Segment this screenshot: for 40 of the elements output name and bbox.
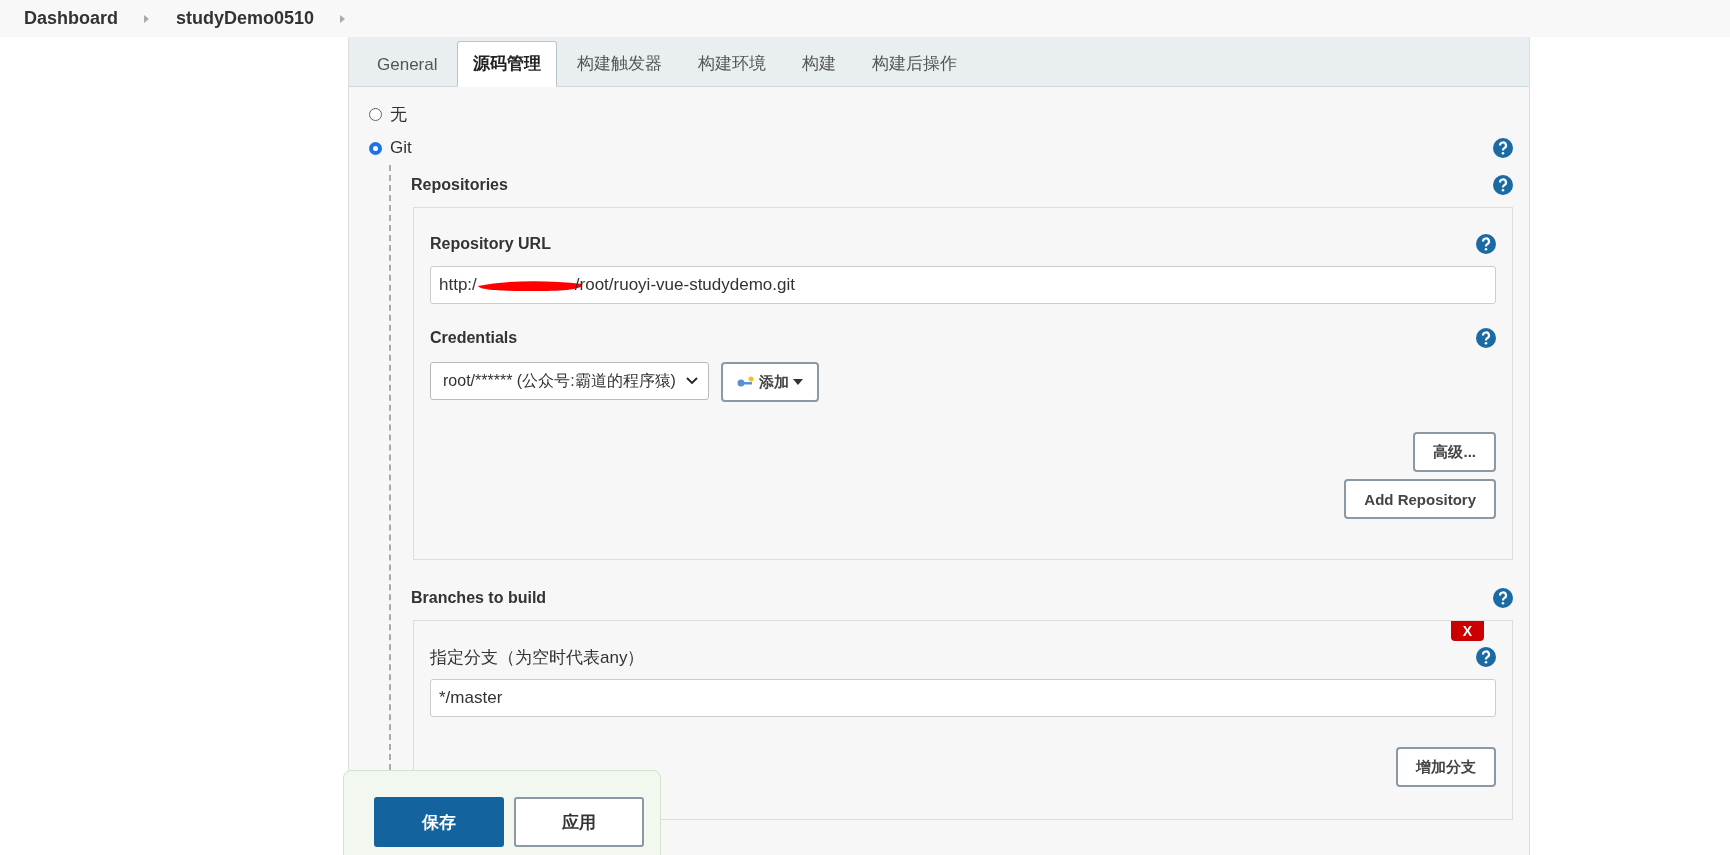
advanced-button[interactable]: 高级... <box>1413 432 1496 472</box>
url-text: http:/ <box>439 275 477 295</box>
field-label: 指定分支（为空时代表any） <box>430 646 645 669</box>
tab[interactable]: 构建触发器 <box>561 41 679 87</box>
tab[interactable]: 构建后操作 <box>856 41 974 87</box>
help-icon[interactable] <box>1476 234 1496 254</box>
caret-icon <box>340 13 347 24</box>
caret-icon <box>144 13 151 24</box>
field-label: Repository URL <box>430 235 551 253</box>
add-repository-button[interactable]: Add Repository <box>1344 479 1496 519</box>
key-icon <box>736 376 755 388</box>
help-icon[interactable] <box>1493 175 1513 195</box>
tab[interactable]: General <box>361 44 454 87</box>
caret-icon <box>792 379 803 385</box>
tab[interactable]: 源码管理 <box>457 41 558 87</box>
tab[interactable]: 构建 <box>786 41 853 87</box>
url-field[interactable]: http:/ /root/ruoyi-vue-studydemo.git <box>430 266 1496 304</box>
field-label: Credentials <box>430 329 518 347</box>
url-text: /root/ruoyi-vue-studydemo.git <box>574 275 795 295</box>
delete-button[interactable]: X <box>1450 621 1484 641</box>
apply-button[interactable]: 应用 <box>514 797 644 847</box>
radio-button[interactable] <box>369 107 382 121</box>
radio-label: Git <box>390 138 412 158</box>
credentials-dropdown[interactable]: root/****** (公众号:霸道的程序猿) <box>430 362 709 400</box>
chevron-icon <box>685 377 698 385</box>
help-icon[interactable] <box>1476 328 1496 348</box>
breadcrumb-link[interactable]: Dashboard <box>24 8 119 29</box>
save-button[interactable]: 保存 <box>374 797 504 847</box>
help-icon[interactable] <box>1476 647 1496 667</box>
breadcrumb-link[interactable]: studyDemo0510 <box>176 8 315 29</box>
help-icon[interactable] <box>1493 138 1513 158</box>
radio-button[interactable] <box>369 141 382 155</box>
section-title: Branches to build <box>411 589 547 607</box>
section-title: Repositories <box>411 176 508 194</box>
add-branch-button[interactable]: 增加分支 <box>1396 747 1496 787</box>
add-credentials-button[interactable]: 添加 <box>720 362 819 402</box>
radio-label: 无 <box>390 103 407 126</box>
tab[interactable]: 构建环境 <box>682 41 783 87</box>
branch-field[interactable]: */master <box>430 679 1496 717</box>
help-icon[interactable] <box>1493 588 1513 608</box>
